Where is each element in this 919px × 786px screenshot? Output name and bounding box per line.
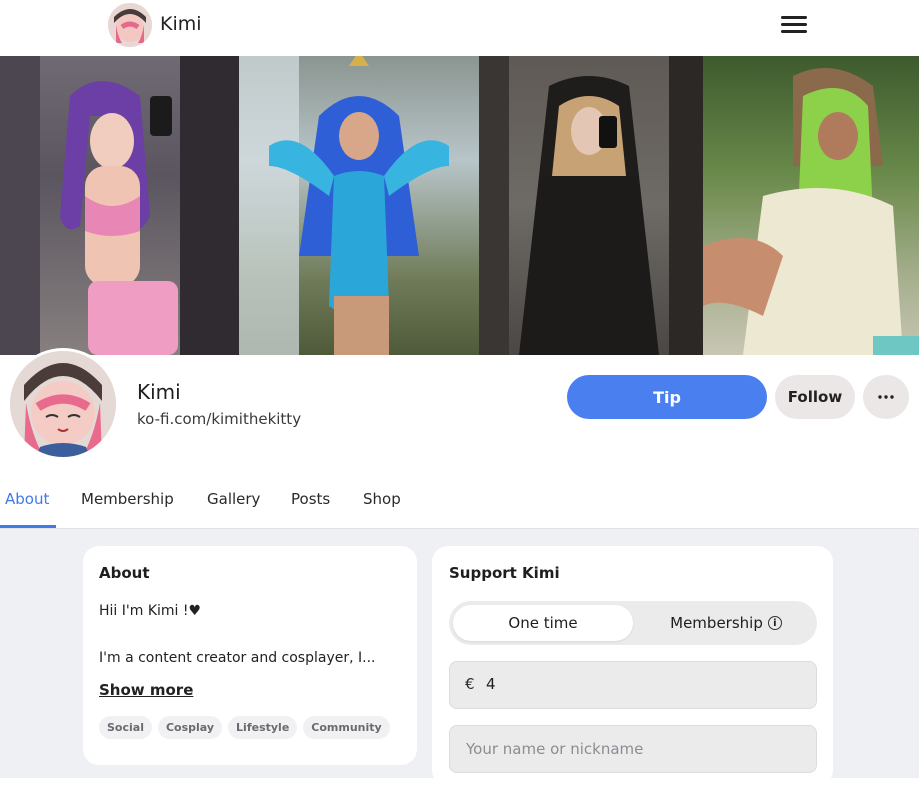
cosplay-photo-3 xyxy=(479,56,703,355)
tag-cosplay[interactable]: Cosplay xyxy=(157,716,223,739)
creator-avatar-small[interactable] xyxy=(108,3,152,47)
cosplay-photo-4 xyxy=(703,56,919,355)
follow-button[interactable]: Follow xyxy=(775,375,855,419)
about-description: I'm a content creator and cosplayer, I..… xyxy=(99,650,376,666)
amount-input[interactable]: € 4 xyxy=(449,661,817,709)
tab-shop[interactable]: Shop xyxy=(363,490,401,508)
tab-membership[interactable]: Membership xyxy=(81,490,174,508)
tab-gallery[interactable]: Gallery xyxy=(207,490,260,508)
show-more-link[interactable]: Show more xyxy=(99,681,193,699)
creator-url[interactable]: ko-fi.com/kimithekitty xyxy=(137,410,301,428)
info-icon[interactable]: i xyxy=(767,616,782,630)
tag-lifestyle[interactable]: Lifestyle xyxy=(228,716,298,739)
one-time-option[interactable]: One time xyxy=(453,605,633,641)
about-card-title: About xyxy=(99,564,150,582)
more-options-button[interactable] xyxy=(863,375,909,419)
payment-type-toggle: One time Membership i xyxy=(449,601,817,645)
amount-value: 4 xyxy=(486,675,496,693)
creator-avatar[interactable] xyxy=(7,348,119,460)
support-card-title: Support Kimi xyxy=(449,564,560,582)
top-bar: Kimi xyxy=(0,0,919,56)
ellipsis-icon xyxy=(878,395,894,399)
profile-tabs: About Membership Gallery Posts Shop xyxy=(0,478,919,528)
tab-posts[interactable]: Posts xyxy=(291,490,330,508)
name-input[interactable] xyxy=(449,725,817,773)
membership-label: Membership xyxy=(670,614,763,632)
support-card: Support Kimi One time Membership i € 4 xyxy=(432,546,833,786)
creator-name: Kimi xyxy=(137,380,181,404)
tag-community[interactable]: Community xyxy=(303,716,390,739)
creator-name-header[interactable]: Kimi xyxy=(160,13,202,35)
about-greeting: Hii I'm Kimi !♥ xyxy=(99,603,202,619)
membership-option[interactable]: Membership i xyxy=(639,605,813,641)
currency-symbol: € xyxy=(465,675,475,693)
about-card: About Hii I'm Kimi !♥ I'm a content crea… xyxy=(83,546,417,765)
hamburger-menu-icon[interactable] xyxy=(781,16,807,34)
cosplay-photo-2 xyxy=(239,56,479,355)
cover-banner xyxy=(0,56,919,355)
tip-button[interactable]: Tip xyxy=(567,375,767,419)
cosplay-photo-1 xyxy=(0,56,239,355)
tab-about[interactable]: About xyxy=(5,490,49,508)
tag-social[interactable]: Social xyxy=(99,716,152,739)
tag-list: Social Cosplay Lifestyle Community xyxy=(99,716,390,739)
one-time-label: One time xyxy=(508,614,578,632)
